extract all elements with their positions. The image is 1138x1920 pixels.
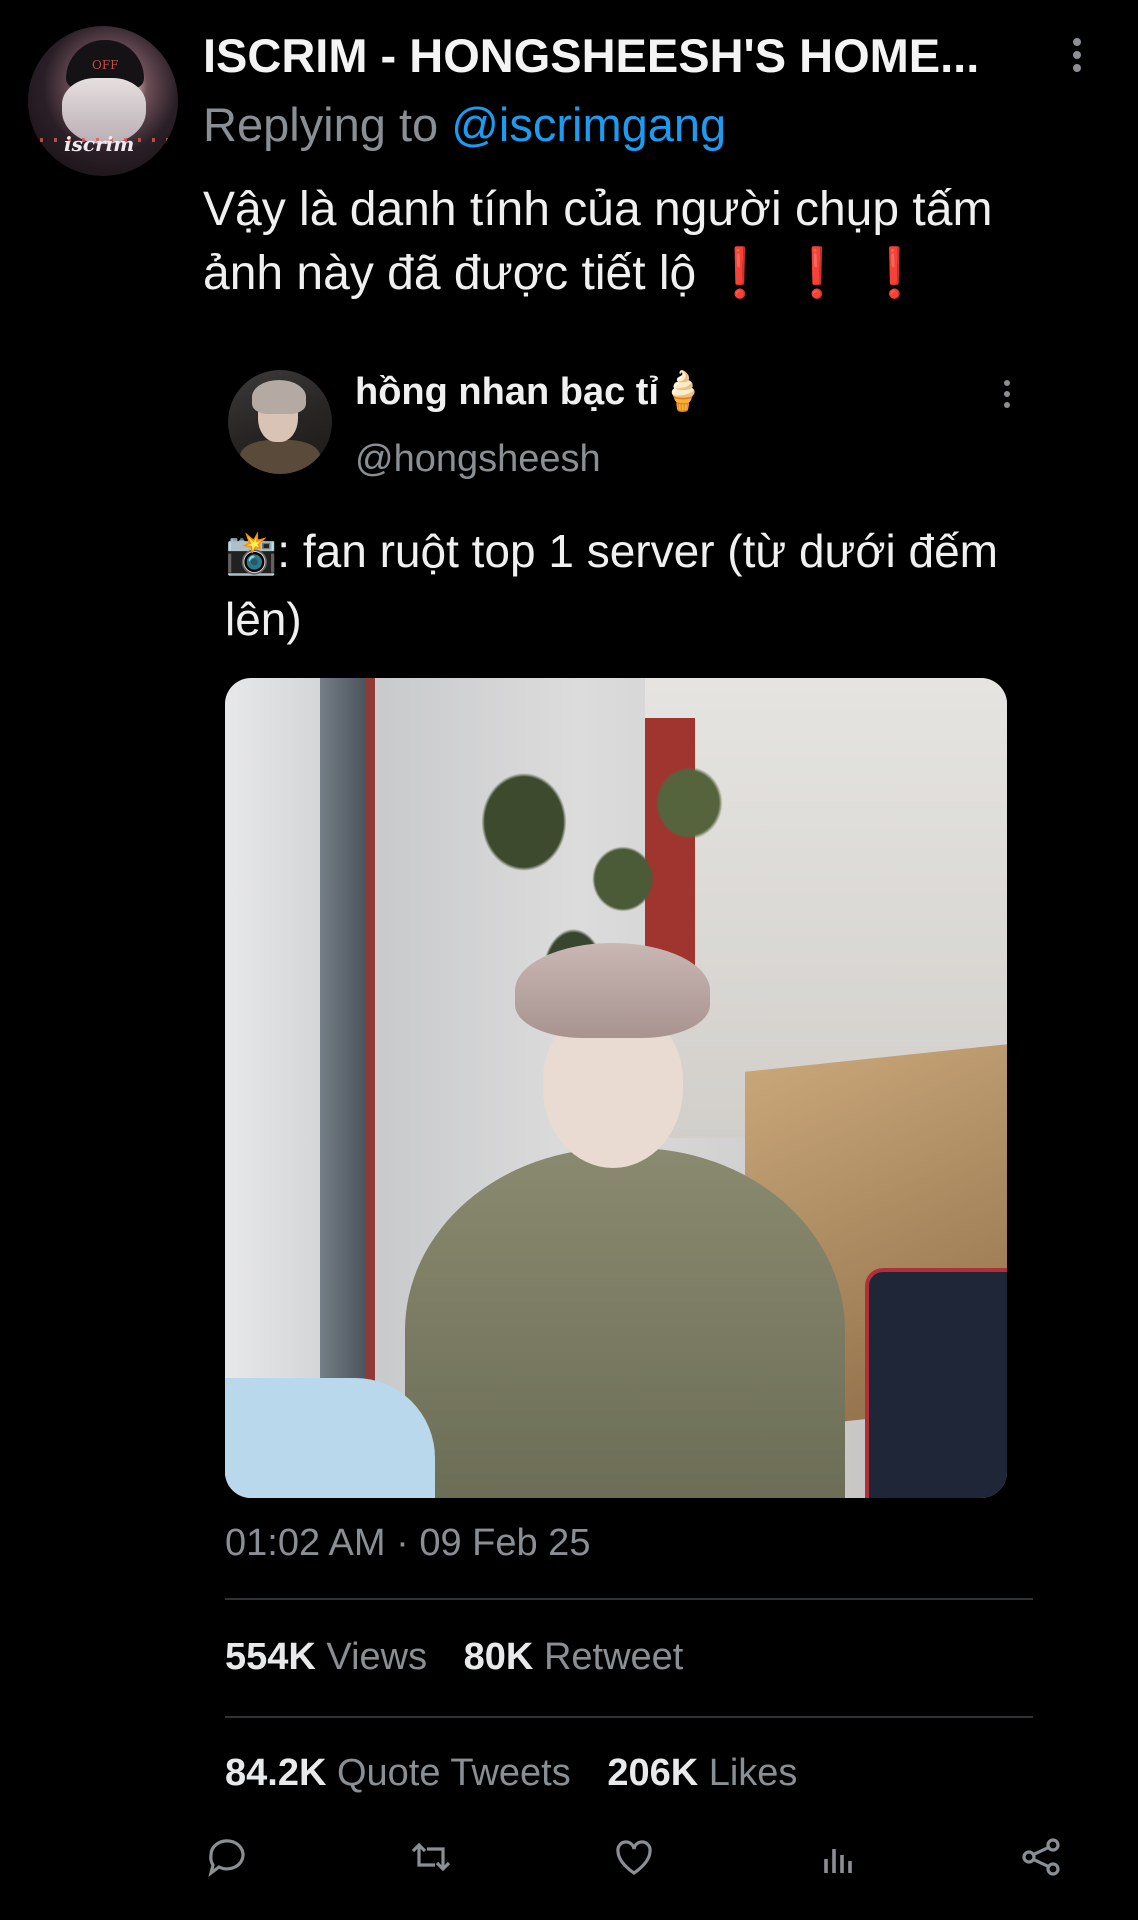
author-avatar[interactable]: OFF iscrim (28, 26, 178, 176)
divider (225, 1716, 1033, 1718)
replying-prefix: Replying to (203, 98, 439, 151)
stats-row-2: 84.2K Quote Tweets 206K Likes (225, 1752, 797, 1795)
tweet-timestamp[interactable]: 01:02 AM · 09 Feb 25 (225, 1522, 590, 1565)
retweets-count[interactable]: 80K (464, 1636, 534, 1678)
tweet-photo[interactable] (225, 678, 1007, 1498)
tweet-text: Vậy là danh tính của người chụp tấm ảnh … (203, 178, 1083, 306)
avatar-logo-text: iscrim (64, 132, 135, 156)
photo-blue-object (225, 1378, 435, 1498)
quoted-avatar-body (240, 440, 320, 474)
photo-red-strip (365, 678, 375, 1498)
exclamation-emoji: ❗ ❗ ❗ (710, 247, 927, 300)
quoted-author-name[interactable]: hồng nhan bạc tỉ🍦 (355, 370, 706, 414)
quoted-avatar-hair (252, 380, 306, 414)
quoted-body: : fan ruột top 1 server (từ dưới đếm lên… (225, 525, 999, 645)
photo-sweater (405, 1148, 845, 1498)
stats-row-1: 554K Views 80K Retweet (225, 1636, 683, 1679)
more-options-icon[interactable] (1067, 38, 1087, 78)
replying-handle-link[interactable]: @iscrimgang (451, 98, 726, 151)
photo-chair (865, 1268, 1007, 1498)
divider (225, 1598, 1033, 1600)
photo-hair (515, 943, 710, 1038)
photo-door-frame (320, 678, 365, 1498)
likes-count[interactable]: 206K (607, 1752, 698, 1794)
share-icon[interactable] (1017, 1833, 1065, 1881)
avatar-hat-text: OFF (92, 58, 119, 72)
quotes-count[interactable]: 84.2K (225, 1752, 326, 1794)
analytics-icon[interactable] (814, 1833, 862, 1881)
like-icon[interactable] (610, 1833, 658, 1881)
likes-label[interactable]: Likes (709, 1752, 798, 1794)
camera-emoji: 📸 (225, 529, 278, 576)
views-count: 554K (225, 1636, 316, 1678)
quoted-tweet-text: 📸: fan ruột top 1 server (từ dưới đếm lê… (225, 518, 1025, 652)
quoted-author-handle[interactable]: @hongsheesh (355, 438, 601, 481)
quotes-label[interactable]: Quote Tweets (337, 1752, 571, 1794)
retweet-icon[interactable] (407, 1833, 455, 1881)
quoted-avatar[interactable] (228, 370, 332, 474)
author-name[interactable]: ISCRIM - HONGSHEESH'S HOME... (203, 28, 1053, 83)
reply-icon[interactable] (203, 1833, 251, 1881)
quoted-more-options-icon[interactable] (1000, 380, 1014, 416)
views-label: Views (326, 1636, 428, 1678)
replying-to: Replying to @iscrimgang (203, 97, 726, 152)
retweets-label[interactable]: Retweet (544, 1636, 683, 1678)
